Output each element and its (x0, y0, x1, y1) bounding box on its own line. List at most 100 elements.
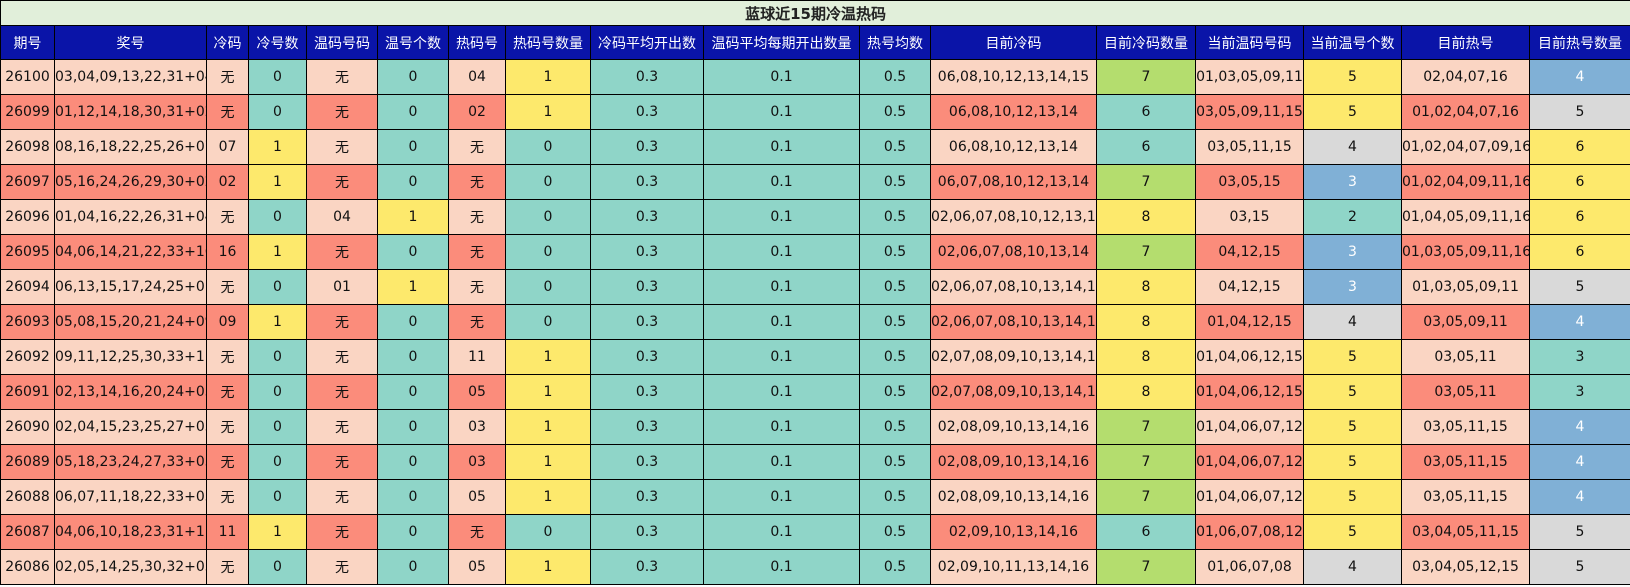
cell-hot-code: 05 (448, 374, 506, 410)
table-row: 26099 01,12,14,18,30,31+02 无 0 无 0 02 1 0.3 0.1 0.… (0, 94, 1630, 130)
cell-hot-avg: 0.5 (859, 94, 931, 130)
cell-hot-count: 0 (505, 269, 591, 305)
title-row: 蓝球近15期冷温热码 (0, 0, 1630, 26)
cell-cold-avg: 0.3 (590, 339, 704, 375)
cell-current-warm: 03,05,11,15 (1195, 129, 1304, 165)
cell-cold-code: 无 (206, 199, 249, 235)
cell-warm-code: 无 (306, 409, 378, 445)
cell-current-cold: 02,07,08,09,10,13,14,16 (930, 339, 1097, 375)
cell-current-cold: 02,09,10,11,13,14,16 (930, 549, 1097, 585)
cell-cold-count: 0 (248, 269, 307, 305)
header-current-cold: 目前冷码 (930, 25, 1097, 60)
cell-draw-number: 06,07,11,18,22,33+05 (54, 479, 207, 515)
cell-hot-avg: 0.5 (859, 164, 931, 200)
cell-current-warm-count: 5 (1303, 59, 1402, 95)
cell-current-warm-count: 5 (1303, 514, 1402, 550)
cell-draw-number: 05,16,24,26,29,30+02 (54, 164, 207, 200)
cell-hot-count: 0 (505, 129, 591, 165)
header-current-warm-count: 当前温号个数 (1303, 25, 1402, 60)
cell-current-warm: 01,06,07,08,12 (1195, 514, 1304, 550)
table-row: 26088 06,07,11,18,22,33+05 无 0 无 0 05 1 0.3 0.1 0.… (0, 479, 1630, 515)
cell-hot-avg: 0.5 (859, 514, 931, 550)
cell-warm-code: 无 (306, 479, 378, 515)
table-row: 26097 05,16,24,26,29,30+02 02 1 无 0 无 0 0.3 0.1 0.… (0, 164, 1630, 200)
cell-current-hot: 01,02,04,09,11,16 (1401, 164, 1530, 200)
cell-cold-avg: 0.3 (590, 409, 704, 445)
cell-current-cold: 06,07,08,10,12,13,14 (930, 164, 1097, 200)
cell-warm-count: 0 (377, 164, 449, 200)
cell-cold-avg: 0.3 (590, 304, 704, 340)
cell-warm-avg: 0.1 (703, 374, 860, 410)
cell-warm-code: 无 (306, 164, 378, 200)
cell-hot-count: 1 (505, 59, 591, 95)
header-row: 期号 奖号 冷码 冷号数 温码号码 温号个数 热码号 热码号数量 冷码平均开出数 温码平均每期开出… (0, 25, 1630, 60)
table-row: 26089 05,18,23,24,27,33+03 无 0 无 0 03 1 0.3 0.1 0.… (0, 444, 1630, 480)
cell-current-hot: 03,05,11,15 (1401, 409, 1530, 445)
cell-hot-count: 0 (505, 514, 591, 550)
cell-current-warm: 01,04,06,12,15 (1195, 339, 1304, 375)
cell-current-cold-count: 8 (1096, 304, 1196, 340)
cell-warm-count: 0 (377, 549, 449, 585)
cell-period: 26091 (0, 374, 55, 410)
cell-cold-count: 1 (248, 234, 307, 270)
cell-hot-code: 无 (448, 269, 506, 305)
cell-current-hot: 01,03,05,09,11 (1401, 269, 1530, 305)
table-row: 26095 04,06,14,21,22,33+16 16 1 无 0 无 0 0.3 0.1 0.… (0, 234, 1630, 270)
cell-warm-code: 01 (306, 269, 378, 305)
table-row: 26100 03,04,09,13,22,31+04 无 0 无 0 04 1 0.3 0.1 0.… (0, 59, 1630, 95)
header-hot-avg: 热号均数 (859, 25, 931, 60)
cell-cold-count: 0 (248, 409, 307, 445)
cell-warm-count: 1 (377, 269, 449, 305)
cell-current-cold-count: 8 (1096, 339, 1196, 375)
cell-draw-number: 02,05,14,25,30,32+05 (54, 549, 207, 585)
cell-hot-code: 无 (448, 514, 506, 550)
cell-warm-avg: 0.1 (703, 339, 860, 375)
cell-warm-code: 无 (306, 234, 378, 270)
cell-warm-code: 无 (306, 444, 378, 480)
cell-current-hot: 03,04,05,12,15 (1401, 549, 1530, 585)
cell-hot-avg: 0.5 (859, 234, 931, 270)
cell-current-warm-count: 5 (1303, 479, 1402, 515)
cell-hot-code: 02 (448, 94, 506, 130)
cell-current-warm-count: 5 (1303, 444, 1402, 480)
cell-cold-code: 16 (206, 234, 249, 270)
cell-cold-code: 无 (206, 339, 249, 375)
cell-cold-code: 02 (206, 164, 249, 200)
cell-cold-count: 1 (248, 304, 307, 340)
table-row: 26094 06,13,15,17,24,25+01 无 0 01 1 无 0 0.3 0.1 0.… (0, 269, 1630, 305)
cell-current-cold-count: 7 (1096, 234, 1196, 270)
cell-current-hot: 03,05,09,11 (1401, 304, 1530, 340)
cell-draw-number: 09,11,12,25,30,33+11 (54, 339, 207, 375)
cell-current-hot: 02,04,07,16 (1401, 59, 1530, 95)
cell-hot-avg: 0.5 (859, 479, 931, 515)
cell-cold-code: 无 (206, 444, 249, 480)
cell-current-warm: 01,04,06,07,12 (1195, 444, 1304, 480)
cell-period: 26090 (0, 409, 55, 445)
cell-current-warm: 01,04,12,15 (1195, 304, 1304, 340)
cell-draw-number: 02,04,15,23,25,27+03 (54, 409, 207, 445)
cell-hot-code: 03 (448, 444, 506, 480)
header-current-warm: 当前温码号码 (1195, 25, 1304, 60)
cell-current-hot: 03,05,11 (1401, 374, 1530, 410)
cell-warm-avg: 0.1 (703, 269, 860, 305)
header-draw-number: 奖号 (54, 25, 207, 60)
cell-cold-count: 1 (248, 514, 307, 550)
cell-current-hot: 03,05,11 (1401, 339, 1530, 375)
cell-hot-avg: 0.5 (859, 374, 931, 410)
cell-hot-count: 1 (505, 409, 591, 445)
cell-hot-count: 1 (505, 94, 591, 130)
cell-cold-avg: 0.3 (590, 549, 704, 585)
cell-cold-code: 07 (206, 129, 249, 165)
cell-current-cold: 02,07,08,09,10,13,14,16 (930, 374, 1097, 410)
cell-hot-count: 0 (505, 304, 591, 340)
cell-current-warm: 01,04,06,07,12 (1195, 479, 1304, 515)
table-row: 26090 02,04,15,23,25,27+03 无 0 无 0 03 1 0.3 0.1 0.… (0, 409, 1630, 445)
cell-warm-code: 无 (306, 549, 378, 585)
table-row: 26086 02,05,14,25,30,32+05 无 0 无 0 05 1 0.3 0.1 0.… (0, 549, 1630, 585)
cell-cold-avg: 0.3 (590, 129, 704, 165)
table-row: 26091 02,13,14,16,20,24+05 无 0 无 0 05 1 0.3 0.1 0.… (0, 374, 1630, 410)
cell-current-warm: 01,06,07,08 (1195, 549, 1304, 585)
cell-warm-avg: 0.1 (703, 164, 860, 200)
cell-warm-avg: 0.1 (703, 409, 860, 445)
cell-warm-code: 无 (306, 304, 378, 340)
